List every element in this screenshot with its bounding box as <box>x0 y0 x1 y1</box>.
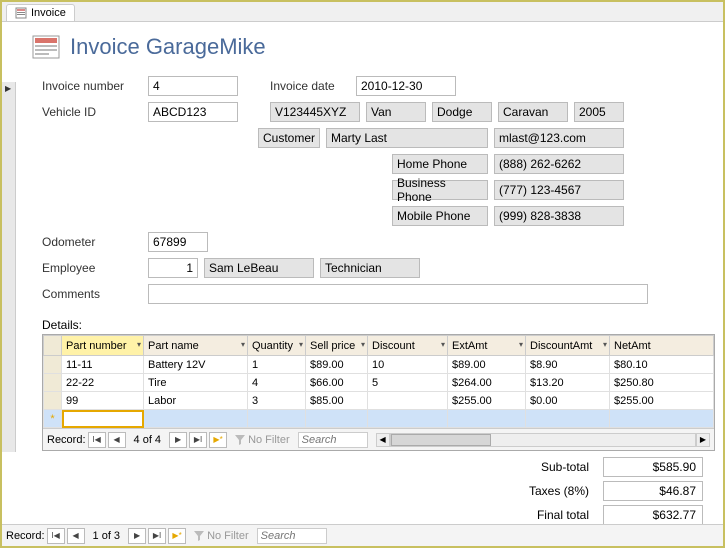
grid-corner[interactable] <box>44 336 62 356</box>
nav-position: 1 of 3 <box>87 530 127 542</box>
scrollbar-thumb[interactable] <box>391 434 491 446</box>
label-comments: Comments <box>42 287 142 301</box>
tab-invoice[interactable]: Invoice <box>6 4 75 21</box>
label-customer: Customer <box>258 128 320 148</box>
col-quantity[interactable]: Quantity▾ <box>248 336 306 356</box>
dropdown-icon[interactable]: ▾ <box>137 340 141 349</box>
business-phone-field: (777) 123-4567 <box>494 180 624 200</box>
year-field: 2005 <box>574 102 624 122</box>
label-subtotal: Sub-total <box>541 460 589 474</box>
label-invoice-date: Invoice date <box>270 79 350 93</box>
scroll-right-button[interactable]: ▶ <box>696 433 710 447</box>
nav-first-button[interactable]: I◀ <box>47 528 65 544</box>
nav-prev-button[interactable]: ◀ <box>67 528 85 544</box>
home-phone-field: (888) 262-6262 <box>494 154 624 174</box>
nav-prev-button[interactable]: ◀ <box>108 432 126 448</box>
main-record-nav: Record: I◀ ◀ 1 of 3 ▶ ▶I ▶* No Filter <box>2 524 723 546</box>
employee-role-field: Technician <box>320 258 420 278</box>
nav-filter[interactable]: No Filter <box>188 530 255 542</box>
nav-new-button[interactable]: ▶* <box>168 528 186 544</box>
model-field: Caravan <box>498 102 568 122</box>
body-field: Van <box>366 102 426 122</box>
customer-name-field: Marty Last <box>326 128 488 148</box>
label-taxes: Taxes (8%) <box>529 484 589 498</box>
form-icon <box>15 7 27 19</box>
col-net-amt[interactable]: NetAmt <box>610 336 714 356</box>
tab-label: Invoice <box>31 7 66 19</box>
invoice-date-field[interactable] <box>356 76 456 96</box>
table-row[interactable]: 11-11Battery 12V1$89.0010$89.00$8.90$80.… <box>44 356 714 374</box>
mobile-phone-field: (999) 828-3838 <box>494 206 624 226</box>
employee-id-field[interactable] <box>148 258 198 278</box>
new-row[interactable]: * <box>44 410 714 428</box>
label-vehicle-id: Vehicle ID <box>42 105 142 119</box>
table-row[interactable]: 22-22Tire4$66.005$264.00$13.20$250.80 <box>44 374 714 392</box>
make-field: Dodge <box>432 102 492 122</box>
label-final-total: Final total <box>537 508 589 522</box>
col-discount-amt[interactable]: DiscountAmt▾ <box>526 336 610 356</box>
page-title: Invoice GarageMike <box>70 34 266 60</box>
nav-search-input[interactable] <box>298 432 368 448</box>
col-sell-price[interactable]: Sell price▾ <box>306 336 368 356</box>
col-ext-amt[interactable]: ExtAmt▾ <box>448 336 526 356</box>
taxes-value: $46.87 <box>603 481 703 501</box>
nav-filter[interactable]: No Filter <box>229 434 296 446</box>
label-odometer: Odometer <box>42 235 142 249</box>
nav-record-label: Record: <box>47 434 86 446</box>
invoice-number-field[interactable] <box>148 76 238 96</box>
nav-next-button[interactable]: ▶ <box>128 528 146 544</box>
odometer-field[interactable] <box>148 232 208 252</box>
vehicle-id-field[interactable] <box>148 102 238 122</box>
details-grid[interactable]: Part number▾ Part name▾ Quantity▾ Sell p… <box>43 335 714 428</box>
label-home-phone: Home Phone <box>392 154 488 174</box>
horizontal-scrollbar[interactable] <box>390 433 696 447</box>
nav-first-button[interactable]: I◀ <box>88 432 106 448</box>
label-details: Details: <box>42 318 723 332</box>
customer-email-field: mlast@123.com <box>494 128 624 148</box>
subtotal-value: $585.90 <box>603 457 703 477</box>
scroll-left-button[interactable]: ◀ <box>376 433 390 447</box>
vin-field: V123445XYZ <box>270 102 360 122</box>
col-part-name[interactable]: Part name▾ <box>144 336 248 356</box>
col-discount[interactable]: Discount▾ <box>368 336 448 356</box>
funnel-icon <box>194 531 204 541</box>
col-part-number[interactable]: Part number▾ <box>62 336 144 356</box>
table-row[interactable]: 99Labor3$85.00$255.00$0.00$255.00 <box>44 392 714 410</box>
comments-field[interactable] <box>148 284 648 304</box>
nav-last-button[interactable]: ▶I <box>189 432 207 448</box>
nav-next-button[interactable]: ▶ <box>169 432 187 448</box>
label-invoice-number: Invoice number <box>42 79 142 93</box>
invoice-form-icon <box>32 35 60 59</box>
funnel-icon <box>235 435 245 445</box>
label-business-phone: Business Phone <box>392 180 488 200</box>
subform-record-nav: Record: I◀ ◀ 4 of 4 ▶ ▶I ▶* No Filter ◀ … <box>43 428 714 450</box>
nav-record-label: Record: <box>6 530 45 542</box>
label-employee: Employee <box>42 261 142 275</box>
employee-name-field: Sam LeBeau <box>204 258 314 278</box>
nav-search-input[interactable] <box>257 528 327 544</box>
nav-position: 4 of 4 <box>128 434 168 446</box>
details-subform: Part number▾ Part name▾ Quantity▾ Sell p… <box>42 334 715 451</box>
label-mobile-phone: Mobile Phone <box>392 206 488 226</box>
record-selector[interactable] <box>2 82 16 452</box>
nav-last-button[interactable]: ▶I <box>148 528 166 544</box>
final-total-value: $632.77 <box>603 505 703 525</box>
nav-new-button[interactable]: ▶* <box>209 432 227 448</box>
